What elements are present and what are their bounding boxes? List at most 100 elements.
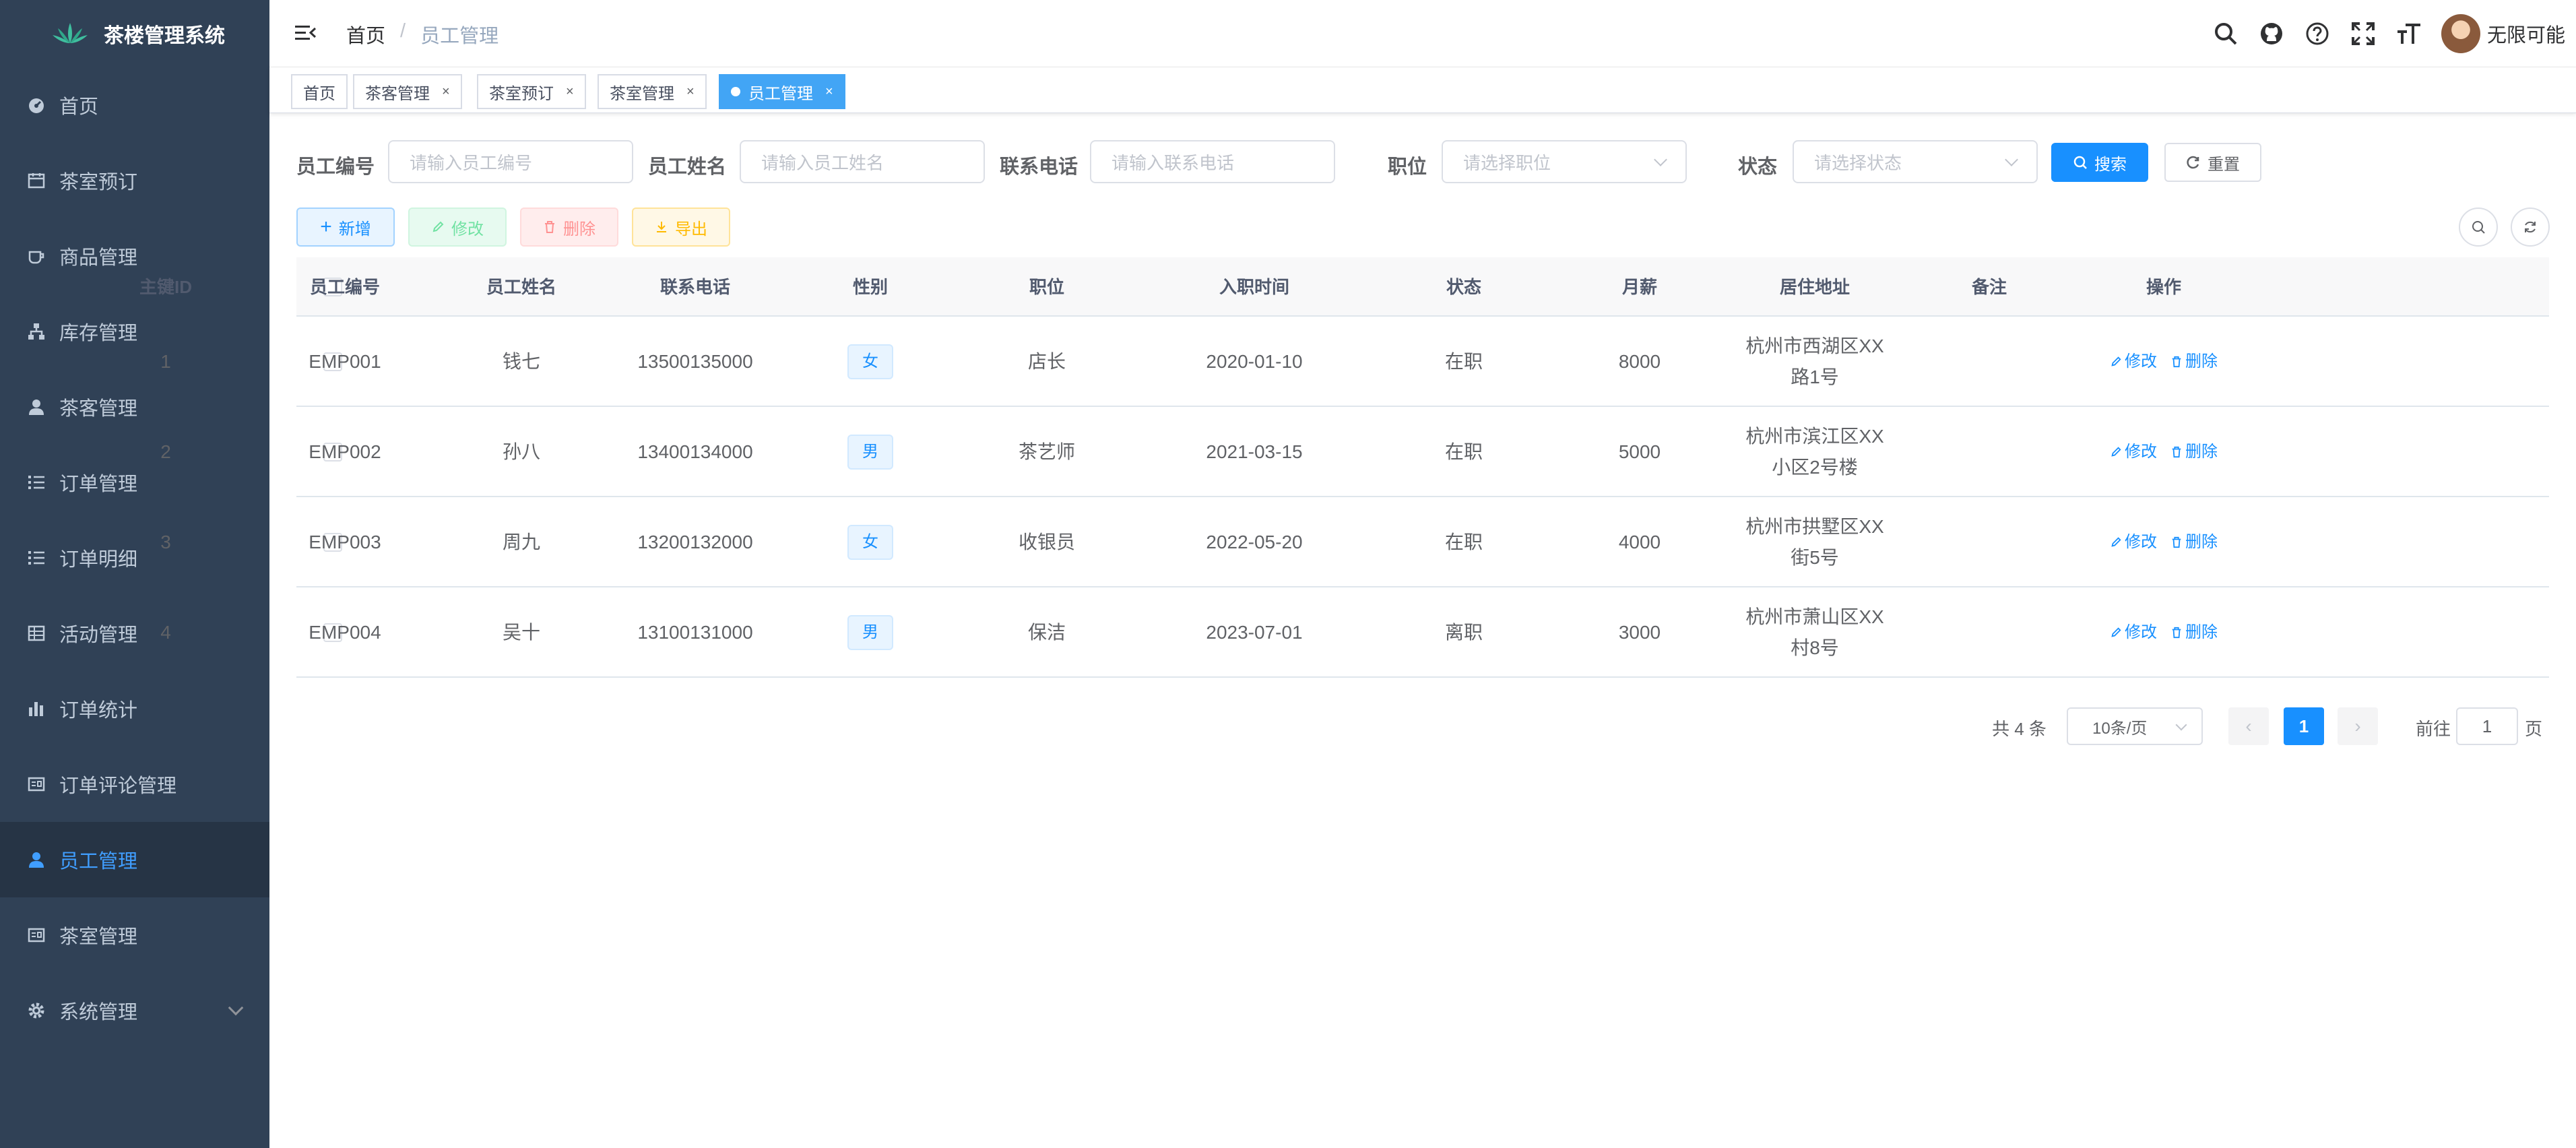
prev-page-button[interactable]: ‹ xyxy=(2228,707,2269,745)
row-edit-button[interactable]: 修改 xyxy=(2110,617,2157,648)
user-icon xyxy=(27,397,46,416)
close-icon[interactable]: × xyxy=(566,84,574,100)
refresh-table-button[interactable] xyxy=(2511,208,2550,247)
label-position: 职位 xyxy=(1388,156,1427,178)
row-edit-button[interactable]: 修改 xyxy=(2110,346,2157,377)
cell-hire-date: 2021-03-15 xyxy=(1206,441,1303,462)
column-header[interactable]: 入职时间 xyxy=(1173,257,1335,317)
reset-button[interactable]: 重置 xyxy=(2164,143,2261,182)
toggle-search-button[interactable] xyxy=(2459,208,2498,247)
gender-tag: 女 xyxy=(847,525,893,560)
column-header[interactable]: 操作 xyxy=(2083,257,2245,317)
page-size-select[interactable]: 10条/页 xyxy=(2067,707,2203,745)
status-select[interactable]: 请选择状态 xyxy=(1793,140,2038,183)
sidebar-item[interactable]: 员工管理 xyxy=(0,822,269,897)
search-button[interactable]: 搜索 xyxy=(2051,143,2148,182)
tag-label: 首页 xyxy=(303,84,335,103)
column-header[interactable]: 员工编号 xyxy=(264,257,426,317)
trash-icon xyxy=(2170,356,2183,368)
column-header[interactable]: 状态 xyxy=(1383,257,1545,317)
column-header[interactable]: 员工姓名 xyxy=(441,257,602,317)
column-header[interactable]: 联系电话 xyxy=(614,257,776,317)
close-icon[interactable]: × xyxy=(825,84,833,100)
cell-hire-date: 2020-01-10 xyxy=(1206,351,1303,372)
phone-input[interactable]: 请输入联系电话 xyxy=(1090,140,1335,183)
next-page-button[interactable]: › xyxy=(2338,707,2378,745)
tag-employee-management[interactable]: 员工管理 × xyxy=(719,74,845,109)
column-header[interactable]: 月薪 xyxy=(1559,257,1720,317)
avatar[interactable] xyxy=(2441,14,2480,53)
row-delete-button[interactable]: 删除 xyxy=(2170,527,2218,558)
address-line: 路1号 xyxy=(1791,366,1839,387)
employee-table: 主键ID 员工编号 员工姓名 联系电话 性别 职位 入职时间 状态 月薪 居住地址 备注 操作 1 EM… xyxy=(139,257,2549,678)
cell-address: 杭州市西湖区XX 路1号 xyxy=(1734,317,1896,407)
fullscreen-icon[interactable] xyxy=(2350,20,2377,47)
column-header[interactable]: 性别 xyxy=(790,257,951,317)
breadcrumb-home[interactable]: 首页 xyxy=(346,20,385,49)
row-delete-button[interactable]: 删除 xyxy=(2170,346,2218,377)
user-name[interactable]: 无限可能 xyxy=(2487,20,2565,48)
chevron-down-icon xyxy=(1654,153,1667,166)
export-button[interactable]: 导出 xyxy=(632,208,730,247)
github-icon[interactable] xyxy=(2258,20,2285,47)
cell-code: EMP004 xyxy=(309,622,381,643)
font-size-icon[interactable] xyxy=(2395,20,2422,47)
logo[interactable]: 茶楼管理系统 xyxy=(0,0,269,67)
cell-position: 店长 xyxy=(1027,351,1066,372)
tag-room-booking[interactable]: 茶室预订 × xyxy=(477,74,586,109)
search-icon[interactable] xyxy=(2212,20,2239,47)
cell-remark xyxy=(1908,497,2070,587)
employee-name-input[interactable]: 请输入员工姓名 xyxy=(740,140,985,183)
sidebar-item[interactable]: 订单评论管理 xyxy=(0,746,269,822)
column-header[interactable]: 备注 xyxy=(1908,257,2070,317)
table-row[interactable]: 1 EMP001 钱七 13500135000 女 店长 2020-01-10 在职 8000 杭… xyxy=(160,317,2549,407)
cell-code: EMP003 xyxy=(309,532,381,552)
cell-salary: 3000 xyxy=(1618,622,1661,643)
position-select[interactable]: 请选择职位 xyxy=(1442,140,1687,183)
add-button-label: 新增 xyxy=(338,220,371,238)
table-row[interactable]: 3 EMP003 周九 13200132000 女 收银员 2022-05-20 在职 4000… xyxy=(160,497,2549,587)
help-icon[interactable] xyxy=(2304,20,2331,47)
add-button[interactable]: + 新增 xyxy=(296,208,395,247)
sidebar-item[interactable]: 茶室管理 xyxy=(0,897,269,973)
table-row[interactable]: 2 EMP002 孙八 13400134000 男 茶艺师 2021-03-15 在职 5000… xyxy=(160,407,2549,497)
delete-button[interactable]: 删除 xyxy=(520,208,618,247)
chevron-down-icon xyxy=(228,1000,244,1016)
close-icon[interactable]: × xyxy=(686,84,695,100)
cell-name: 吴十 xyxy=(502,622,540,643)
sidebar-item[interactable]: 茶室预订 xyxy=(0,143,269,218)
sidebar-item[interactable]: 系统管理 xyxy=(0,973,269,1048)
cell-ops: 修改 删除 xyxy=(2076,587,2251,678)
goto-page-input[interactable]: 1 xyxy=(2456,707,2518,745)
edit-button[interactable]: 修改 xyxy=(408,208,507,247)
column-header[interactable]: 主键ID xyxy=(85,257,247,317)
row-delete-button[interactable]: 删除 xyxy=(2170,617,2218,648)
sidebar-item[interactable]: 首页 xyxy=(0,67,269,143)
row-edit-button[interactable]: 修改 xyxy=(2110,527,2157,558)
goto-prefix: 前往 xyxy=(2416,719,2451,739)
address-text: 杭州市萧山区XX 村8号 xyxy=(1745,602,1883,664)
table-row[interactable]: 4 EMP004 吴十 13100131000 男 保洁 2023-07-01 离职 3000 杭… xyxy=(160,587,2549,678)
row-edit-button[interactable]: 修改 xyxy=(2110,437,2157,468)
cell-phone: 13200132000 xyxy=(637,532,753,552)
row-delete-button[interactable]: 删除 xyxy=(2170,437,2218,468)
tag-tea-customer[interactable]: 茶客管理 × xyxy=(353,74,462,109)
cell-id: 1 xyxy=(160,351,171,372)
tag-label: 员工管理 xyxy=(748,84,813,103)
employee-code-input[interactable]: 请输入员工编号 xyxy=(388,140,633,183)
cell-position: 茶艺师 xyxy=(1018,441,1075,462)
tag-room-management[interactable]: 茶室管理 × xyxy=(598,74,707,109)
page-number-current[interactable]: 1 xyxy=(2284,707,2324,745)
trash-icon xyxy=(2170,446,2183,458)
page-size-value: 10条/页 xyxy=(2092,719,2148,738)
sidebar-item-label: 茶室预订 xyxy=(59,172,138,193)
cell-id: 3 xyxy=(160,532,171,552)
sidebar-item[interactable]: 订单统计 xyxy=(0,671,269,746)
hamburger-icon[interactable] xyxy=(294,22,317,44)
column-header[interactable]: 居住地址 xyxy=(1734,257,1896,317)
tag-home[interactable]: 首页 xyxy=(291,74,348,109)
edit-icon xyxy=(2110,356,2122,368)
close-icon[interactable]: × xyxy=(442,84,450,100)
column-header[interactable]: 职位 xyxy=(966,257,1128,317)
cell-salary: 4000 xyxy=(1618,532,1661,552)
